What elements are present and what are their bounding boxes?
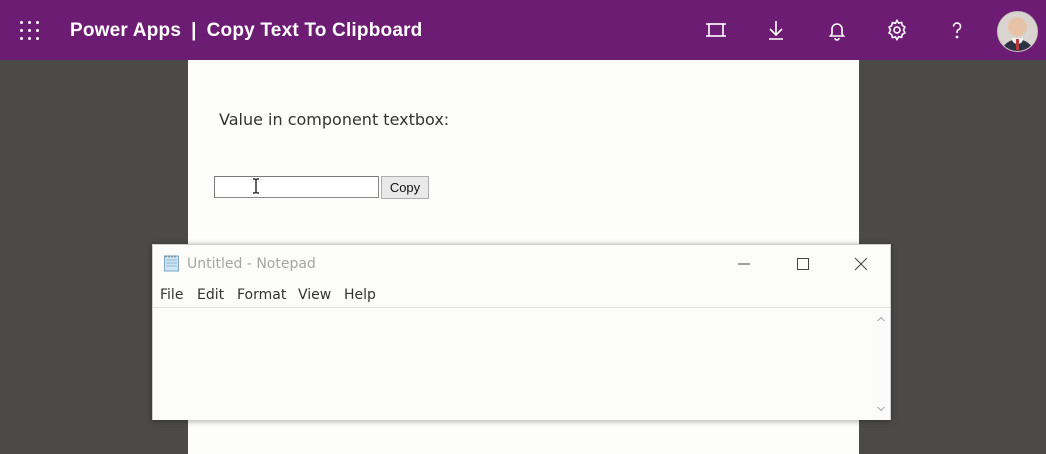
app-screen-title: Copy Text To Clipboard	[206, 20, 423, 41]
notepad-window[interactable]: Untitled - Notepad File Edit Format View…	[152, 244, 891, 420]
notepad-app-icon	[164, 255, 179, 272]
title-separator: |	[191, 20, 197, 41]
minimize-button[interactable]	[721, 245, 767, 281]
download-icon[interactable]	[764, 18, 788, 42]
notepad-titlebar[interactable]: Untitled - Notepad	[153, 245, 890, 281]
maximize-icon	[797, 258, 809, 270]
avatar[interactable]	[997, 11, 1038, 52]
scroll-up-icon[interactable]	[876, 314, 886, 324]
bell-icon[interactable]	[825, 18, 849, 42]
menu-format[interactable]: Format	[237, 283, 286, 307]
minimize-icon	[738, 263, 750, 265]
menu-file[interactable]: File	[160, 283, 183, 307]
component-textbox[interactable]	[214, 176, 379, 198]
notepad-title: Untitled - Notepad	[187, 256, 316, 272]
notepad-vertical-scrollbar[interactable]	[872, 307, 890, 420]
fit-to-window-icon[interactable]	[704, 18, 728, 42]
menu-help[interactable]: Help	[344, 283, 376, 307]
copy-button[interactable]: Copy	[381, 176, 429, 199]
notepad-menubar: File Edit Format View Help	[153, 283, 890, 307]
top-header-bar: Power Apps | Copy Text To Clipboard	[0, 0, 1046, 60]
scroll-down-icon[interactable]	[876, 404, 886, 414]
gear-icon[interactable]	[885, 18, 909, 42]
text-cursor-icon	[253, 178, 259, 194]
component-textbox-label: Value in component textbox:	[219, 110, 450, 129]
maximize-button[interactable]	[780, 245, 826, 281]
notepad-text-area[interactable]	[153, 307, 872, 420]
menu-view[interactable]: View	[298, 283, 331, 307]
close-icon	[854, 257, 868, 271]
menu-edit[interactable]: Edit	[197, 283, 224, 307]
app-name: Power Apps	[70, 20, 182, 41]
help-icon[interactable]	[945, 18, 969, 42]
app-title: Power Apps | Copy Text To Clipboard	[70, 0, 422, 60]
waffle-icon[interactable]	[19, 20, 40, 41]
close-button[interactable]	[838, 245, 884, 281]
